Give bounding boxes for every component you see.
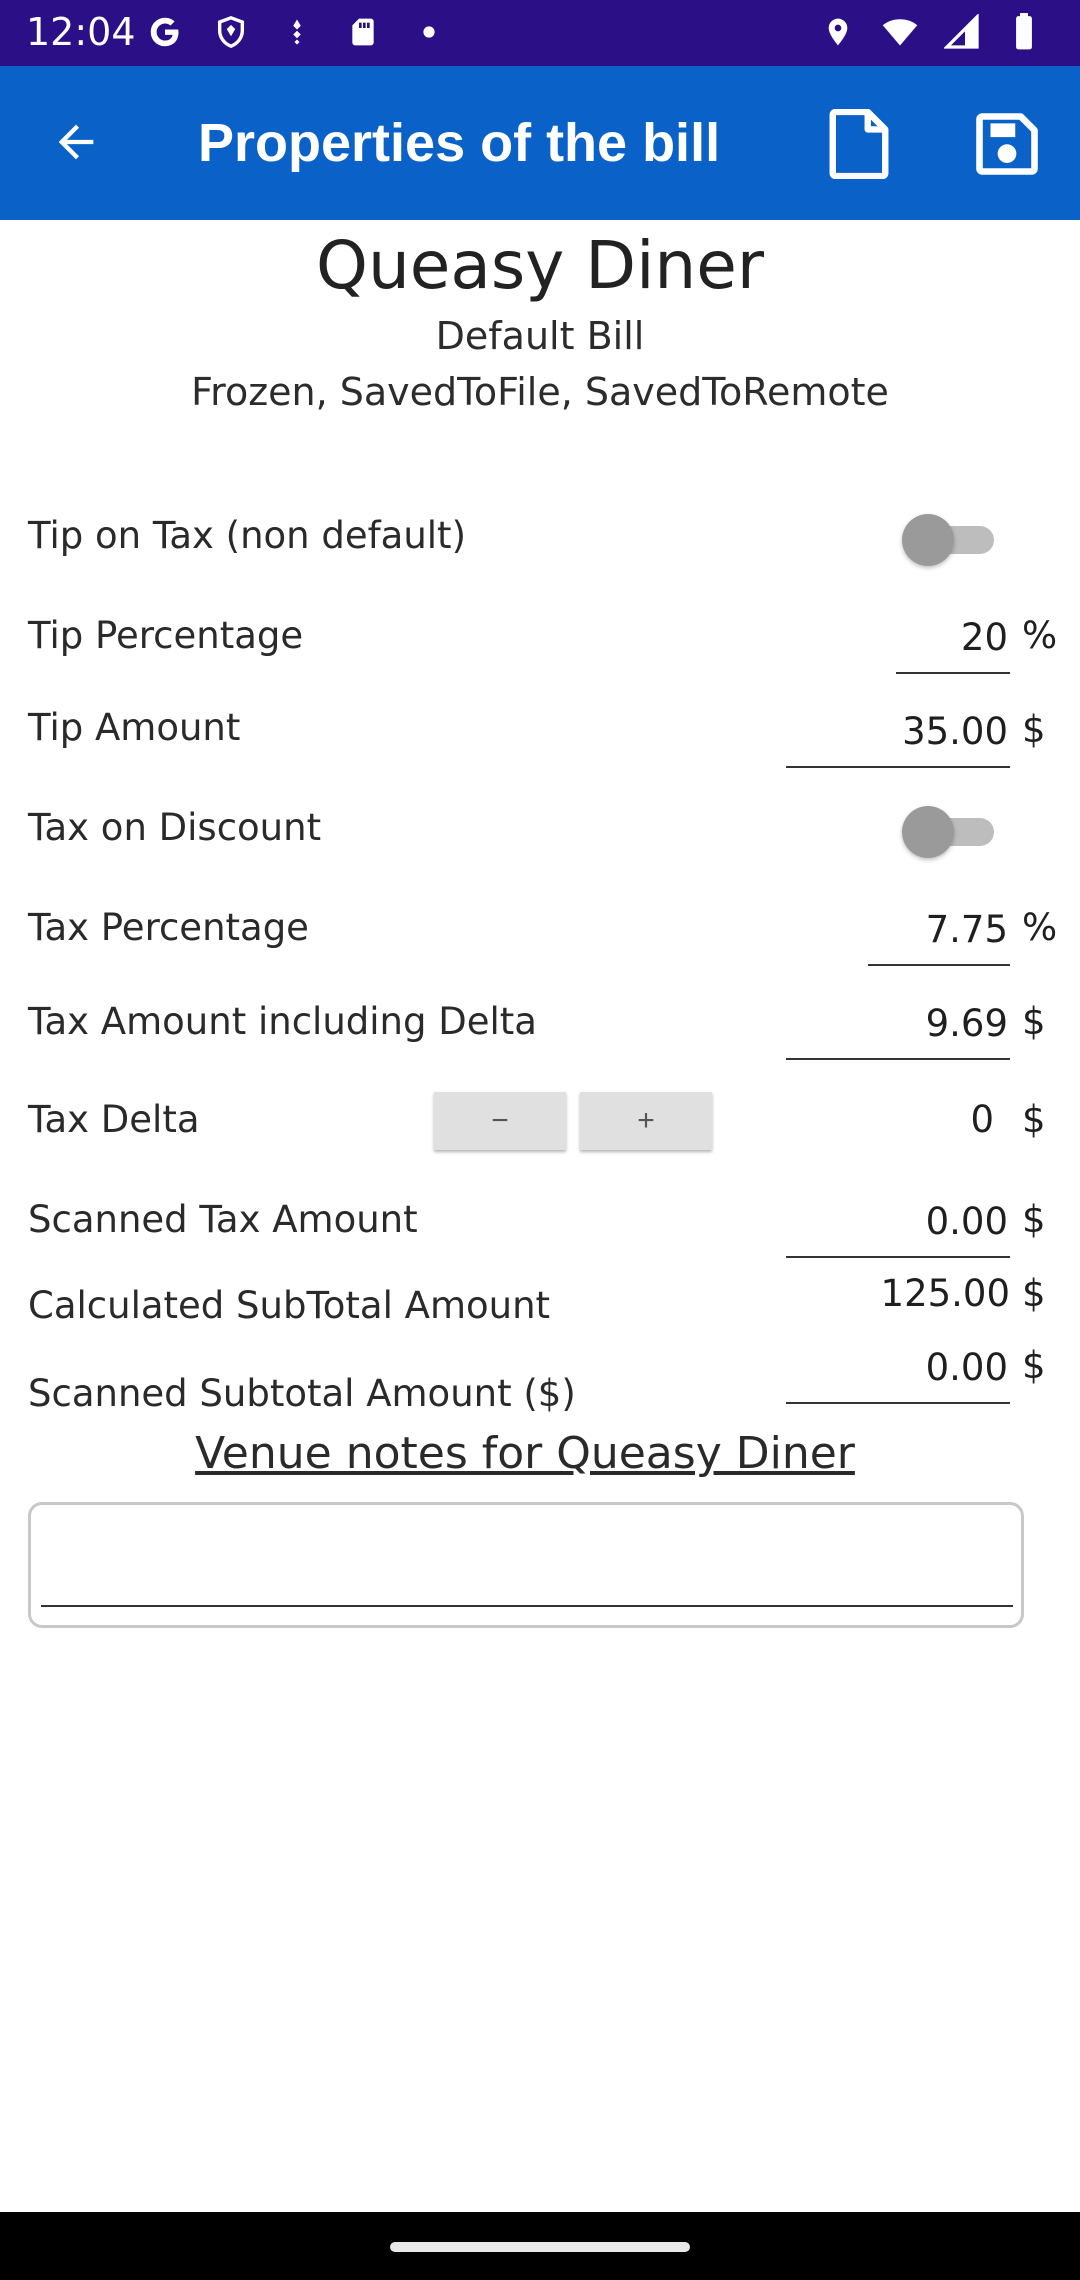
tip-percentage-field[interactable]: 20 xyxy=(896,610,1010,674)
tax-amount-value: 9.69 xyxy=(925,1002,1008,1045)
wifi-icon xyxy=(880,12,920,52)
bill-header: Queasy Diner Default Bill Frozen, SavedT… xyxy=(0,224,1080,420)
venue-notes-box xyxy=(28,1502,1024,1628)
tip-percentage-value: 20 xyxy=(960,616,1008,659)
scanned-subtotal-label: Scanned Subtotal Amount ($) xyxy=(28,1372,576,1415)
calc-subtotal-label: Calculated SubTotal Amount xyxy=(28,1284,551,1327)
scanned-tax-unit: $ xyxy=(1022,1198,1046,1241)
tax-delta-value: 0 xyxy=(970,1098,994,1141)
toggle-thumb xyxy=(902,806,954,858)
tip-amount-unit: $ xyxy=(1022,708,1046,751)
tax-percentage-field[interactable]: 7.75 xyxy=(868,902,1010,966)
signal-icon xyxy=(942,12,982,52)
calc-subtotal-value: 125.00 xyxy=(880,1272,1010,1315)
tip-on-tax-toggle[interactable] xyxy=(902,508,1002,568)
sd-card-icon xyxy=(343,12,383,52)
tip-amount-field[interactable]: 35.00 xyxy=(786,704,1010,768)
tax-amount-label: Tax Amount including Delta xyxy=(28,1000,537,1043)
status-icons-right xyxy=(818,12,1044,52)
tax-delta-unit: $ xyxy=(1022,1098,1046,1141)
home-gesture-handle[interactable] xyxy=(390,2242,690,2252)
tax-delta-label: Tax Delta xyxy=(28,1098,200,1141)
shield-icon xyxy=(211,12,251,52)
status-bar: 12:04 xyxy=(0,0,1080,66)
google-icon xyxy=(145,12,185,52)
document-icon xyxy=(829,109,889,179)
tip-on-tax-label: Tip on Tax (non default) xyxy=(28,514,467,557)
location-icon xyxy=(818,12,858,52)
system-nav-bar xyxy=(0,2212,1080,2280)
new-document-button[interactable] xyxy=(822,104,896,184)
calc-subtotal-unit: $ xyxy=(1022,1272,1046,1315)
app-bar: Properties of the bill xyxy=(0,66,1080,220)
back-arrow-icon xyxy=(58,124,94,160)
scanned-subtotal-unit: $ xyxy=(1022,1344,1046,1387)
tip-percentage-label: Tip Percentage xyxy=(28,614,304,657)
venue-notes-input[interactable] xyxy=(41,1523,1013,1607)
bill-name: Default Bill xyxy=(435,314,645,358)
scanned-tax-label: Scanned Tax Amount xyxy=(28,1198,418,1241)
scanned-subtotal-value: 0.00 xyxy=(925,1346,1008,1389)
tax-on-discount-label: Tax on Discount xyxy=(28,806,322,849)
tax-percentage-label: Tax Percentage xyxy=(28,906,309,949)
tip-amount-label: Tip Amount xyxy=(28,706,241,749)
status-icons-left xyxy=(145,12,449,52)
save-button[interactable] xyxy=(968,104,1046,184)
scanned-tax-field[interactable]: 0.00 xyxy=(786,1194,1010,1258)
page-title: Properties of the bill xyxy=(198,113,721,173)
fitness-icon xyxy=(277,12,317,52)
tax-delta-increment-button[interactable]: + xyxy=(580,1092,712,1150)
tax-on-discount-toggle[interactable] xyxy=(902,800,1002,860)
tax-percentage-value: 7.75 xyxy=(925,908,1008,951)
scanned-tax-value: 0.00 xyxy=(925,1200,1008,1243)
tax-delta-decrement-button[interactable]: − xyxy=(434,1092,566,1150)
tip-percentage-unit: % xyxy=(1022,614,1058,657)
scanned-subtotal-field[interactable]: 0.00 xyxy=(786,1340,1010,1404)
tax-percentage-unit: % xyxy=(1022,906,1058,949)
back-button[interactable] xyxy=(40,106,112,178)
battery-icon xyxy=(1004,12,1044,52)
save-icon xyxy=(976,113,1038,175)
venue-name: Queasy Diner xyxy=(316,227,764,304)
bill-state: Frozen, SavedToFile, SavedToRemote xyxy=(191,370,889,414)
status-time: 12:04 xyxy=(26,10,136,54)
tip-amount-value: 35.00 xyxy=(902,710,1008,753)
dot-icon xyxy=(409,12,449,52)
toggle-thumb xyxy=(902,514,954,566)
tax-amount-field[interactable]: 9.69 xyxy=(786,996,1010,1060)
venue-notes-heading: Venue notes for Queasy Diner xyxy=(195,1428,855,1479)
tax-amount-unit: $ xyxy=(1022,1000,1046,1043)
